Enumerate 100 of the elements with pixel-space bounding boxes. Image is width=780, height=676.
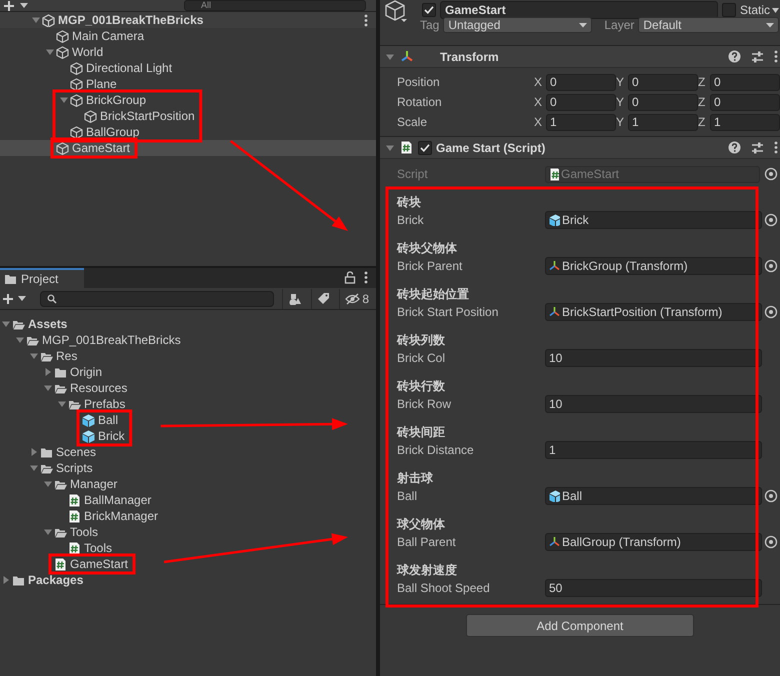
number-field[interactable]: 0 (710, 94, 780, 110)
prefab-cube-icon (82, 430, 95, 442)
help-icon[interactable] (728, 141, 741, 154)
gameobject-icon[interactable] (384, 0, 408, 23)
presets-icon[interactable] (751, 50, 764, 62)
number-field[interactable]: 0 (628, 74, 698, 90)
object-field[interactable]: Ball (545, 487, 762, 505)
name-field[interactable]: GameStart (440, 1, 718, 19)
caret-icon (772, 8, 779, 12)
number-field[interactable]: 50 (545, 579, 762, 597)
tree-item[interactable]: World (0, 44, 376, 60)
eye-slash-icon (345, 292, 360, 306)
shapes-icon[interactable] (288, 292, 302, 304)
tree-item[interactable]: Prefabs (0, 396, 376, 412)
tree-item[interactable]: Brick (0, 428, 376, 444)
tree-item[interactable]: Plane (0, 76, 376, 92)
tree-item[interactable]: Ball (0, 412, 376, 428)
presets-icon[interactable] (751, 142, 764, 154)
more-icon[interactable] (774, 141, 778, 154)
caret-icon (765, 22, 774, 28)
more-icon[interactable] (364, 271, 368, 284)
hidden-packages-button[interactable]: 8 (339, 288, 374, 308)
tree-item[interactable]: Tools (0, 524, 376, 540)
tree-item[interactable]: Packages (0, 572, 376, 588)
property-label: Position (397, 74, 441, 91)
help-icon[interactable] (728, 50, 741, 63)
tree-item[interactable]: Directional Light (0, 60, 376, 76)
tree-item[interactable]: MGP_001BreakTheBricks (0, 12, 376, 28)
prefab-cube-icon (82, 414, 95, 426)
tree-item[interactable]: Manager (0, 476, 376, 492)
tree-item[interactable]: BrickStartPosition (0, 108, 376, 124)
tree-item[interactable]: BrickGroup (0, 92, 376, 108)
tree-item[interactable]: BallGroup (0, 124, 376, 140)
number-field[interactable]: 1 (546, 114, 616, 130)
static-checkbox[interactable] (722, 3, 736, 17)
tree-item[interactable]: GameStart (0, 140, 376, 156)
add-icon[interactable] (2, 292, 14, 304)
number-field[interactable]: 0 (628, 94, 698, 110)
add-icon[interactable] (4, 0, 14, 10)
script-field: GameStart (545, 166, 760, 182)
number-field[interactable]: 0 (710, 74, 780, 90)
tree-item[interactable]: BrickManager (0, 508, 376, 524)
tree-item[interactable]: BallManager (0, 492, 376, 508)
object-field[interactable]: BrickGroup (Transform) (545, 257, 762, 275)
tree-item[interactable]: Origin (0, 364, 376, 380)
more-icon[interactable] (364, 14, 368, 26)
object-field[interactable]: BallGroup (Transform) (545, 533, 762, 551)
cube-icon (56, 46, 69, 58)
caret-icon[interactable] (20, 3, 28, 8)
tree-item[interactable]: Resources (0, 380, 376, 396)
axis-label: Z (698, 94, 706, 111)
tag-icon[interactable] (317, 292, 330, 305)
object-picker-icon[interactable] (764, 167, 778, 181)
axis-label: Y (616, 114, 626, 131)
cube-icon (56, 142, 69, 154)
search-field[interactable] (40, 290, 274, 306)
tree-item[interactable]: GameStart (0, 556, 376, 572)
lock-icon[interactable] (344, 271, 356, 284)
prefab-cube-icon (549, 214, 560, 226)
layer-label: Layer (604, 17, 634, 34)
add-component-button[interactable]: Add Component (466, 614, 694, 637)
tree-item[interactable]: MGP_001BreakTheBricks (0, 332, 376, 348)
tree-item[interactable]: Scenes (0, 444, 376, 460)
tree-item[interactable]: Scripts (0, 460, 376, 476)
active-checkbox[interactable] (422, 3, 436, 17)
static-dropdown[interactable]: Static (740, 1, 779, 19)
project-tab[interactable]: Project (0, 268, 84, 288)
field-caption: 砖块行数 (397, 378, 446, 394)
number-field[interactable]: 10 (545, 395, 762, 413)
number-field[interactable]: 1 (545, 441, 762, 459)
more-icon[interactable] (774, 50, 778, 63)
axis-label: X (534, 74, 544, 91)
object-picker-icon[interactable] (764, 489, 778, 503)
tag-dropdown[interactable]: Untagged (443, 17, 592, 33)
object-field[interactable]: Brick (545, 211, 762, 229)
object-picker-icon[interactable] (764, 535, 778, 549)
number-field[interactable]: 1 (628, 114, 698, 130)
tree-item[interactable]: Main Camera (0, 28, 376, 44)
caret-icon[interactable] (18, 296, 26, 301)
enabled-checkbox[interactable] (418, 140, 432, 154)
cube-icon (70, 94, 83, 106)
layer-dropdown[interactable]: Default (638, 17, 779, 33)
field-caption: 砖块 (397, 194, 422, 210)
property-label: Brick Start Position (397, 304, 500, 321)
tree-item[interactable]: Assets (0, 316, 376, 332)
number-field[interactable]: 0 (546, 94, 616, 110)
object-picker-icon[interactable] (764, 213, 778, 227)
script-icon (68, 494, 81, 506)
object-field[interactable]: BrickStartPosition (Transform) (545, 303, 762, 321)
number-field[interactable]: 10 (545, 349, 762, 367)
tree-item[interactable]: Tools (0, 540, 376, 556)
search-field[interactable]: All (184, 0, 366, 11)
number-field[interactable]: 0 (546, 74, 616, 90)
property-label: Rotation (397, 94, 443, 111)
number-field[interactable]: 1 (710, 114, 780, 130)
prefab-cube-icon (549, 490, 560, 502)
object-picker-icon[interactable] (764, 259, 778, 273)
object-picker-icon[interactable] (764, 305, 778, 319)
field-caption: 砖块起始位置 (397, 286, 470, 302)
tree-item[interactable]: Res (0, 348, 376, 364)
